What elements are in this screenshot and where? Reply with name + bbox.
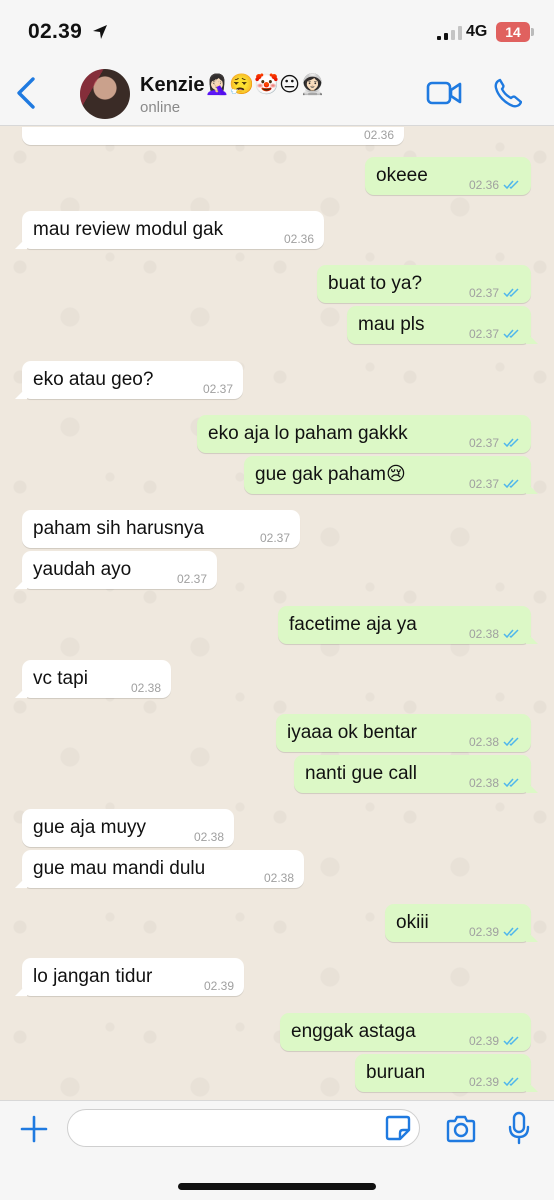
- read-ticks-icon: [503, 1036, 519, 1046]
- message-bubble-outgoing[interactable]: okeee 02.36: [365, 157, 531, 195]
- message-time: 02.37: [468, 477, 499, 491]
- message-time: 02.36: [363, 128, 394, 142]
- microphone-button[interactable]: [508, 1111, 530, 1145]
- back-button[interactable]: [14, 76, 40, 110]
- message-bubble-outgoing[interactable]: gue gak paham😢 02.37: [244, 456, 538, 494]
- message-time: 02.37: [468, 327, 499, 341]
- message-time: 02.39: [468, 925, 499, 939]
- location-arrow-icon: [93, 25, 107, 39]
- message-bubble-incoming[interactable]: mau review modul gak 02.36: [15, 211, 324, 249]
- message-bubble-outgoing[interactable]: eko aja lo paham gakkk 02.37: [197, 415, 531, 453]
- message-text: buat to ya?: [328, 273, 423, 294]
- message-list[interactable]: 02.36 okeee 02.36 mau review modul gak 0…: [0, 127, 554, 1100]
- message-time: 02.36: [468, 178, 499, 192]
- message-text: paham sih harusnya: [33, 518, 205, 539]
- status-bar: 02.39 4G 14: [0, 0, 554, 60]
- voice-call-button[interactable]: [494, 78, 522, 108]
- battery-tip: [531, 28, 534, 36]
- message-text: enggak astaga: [291, 1021, 416, 1042]
- message-bubble-outgoing[interactable]: okiii 02.39: [385, 904, 538, 942]
- read-ticks-icon: [503, 288, 519, 298]
- message-time: 02.37: [468, 286, 499, 300]
- status-time: 02.39: [28, 20, 83, 43]
- avatar[interactable]: [80, 69, 130, 119]
- message-time: 02.37: [468, 436, 499, 450]
- message-time: 02.39: [468, 1075, 499, 1089]
- message-bubble-outgoing[interactable]: iyaaa ok bentar 02.38: [276, 714, 531, 752]
- message-bubble-outgoing[interactable]: facetime aja ya 02.38: [278, 606, 538, 644]
- read-ticks-icon: [503, 329, 519, 339]
- message-time: 02.39: [468, 1034, 499, 1048]
- message-time: 02.38: [468, 627, 499, 641]
- contact-status: online: [140, 99, 181, 116]
- message-input-box[interactable]: [67, 1109, 420, 1147]
- message-text: gue mau mandi dulu: [33, 858, 206, 879]
- message-time: 02.38: [263, 871, 294, 885]
- home-indicator: [178, 1183, 376, 1190]
- message-bubble-incoming[interactable]: vc tapi 02.38: [15, 660, 171, 698]
- message-text: eko atau geo?: [33, 369, 154, 390]
- message-text: buruan: [366, 1062, 426, 1083]
- message-bubble-outgoing[interactable]: buat to ya? 02.37: [317, 265, 531, 303]
- message-text: mau pls: [358, 314, 425, 335]
- read-ticks-icon: [503, 438, 519, 448]
- video-call-button[interactable]: [426, 80, 462, 106]
- battery-indicator: 14: [496, 22, 530, 42]
- read-ticks-icon: [503, 479, 519, 489]
- message-bubble-incoming[interactable]: 02.36: [22, 127, 404, 145]
- message-time: 02.37: [176, 572, 207, 586]
- read-ticks-icon: [503, 927, 519, 937]
- message-bubble-incoming[interactable]: yaudah ayo 02.37: [15, 551, 217, 589]
- message-bubble-outgoing[interactable]: enggak astaga 02.39: [280, 1013, 531, 1051]
- composer-bar: [0, 1100, 554, 1200]
- read-ticks-icon: [503, 180, 519, 190]
- message-bubble-incoming[interactable]: paham sih harusnya 02.37: [22, 510, 300, 548]
- read-ticks-icon: [503, 1077, 519, 1087]
- message-text: eko aja lo paham gakkk: [208, 423, 408, 444]
- network-type: 4G: [466, 23, 488, 40]
- message-text: mau review modul gak: [33, 219, 224, 240]
- message-text: gue gak paham😢: [255, 464, 406, 485]
- read-ticks-icon: [503, 737, 519, 747]
- signal-bars-icon: [437, 26, 462, 40]
- message-text: yaudah ayo: [33, 559, 132, 580]
- message-bubble-incoming[interactable]: gue aja muyy 02.38: [22, 809, 234, 847]
- message-text: facetime aja ya: [289, 614, 417, 635]
- message-text: vc tapi: [33, 668, 88, 689]
- message-text: gue aja muyy: [33, 817, 147, 838]
- message-time: 02.38: [130, 681, 161, 695]
- message-bubble-incoming[interactable]: eko atau geo? 02.37: [15, 361, 243, 399]
- message-bubble-incoming[interactable]: lo jangan tidur 02.39: [15, 958, 244, 996]
- chat-header: Kenzie🤦🏻‍♀️😮‍💨🤡😐👩🏻‍🚀 online: [0, 60, 554, 126]
- message-text: okeee: [376, 165, 428, 186]
- message-bubble-outgoing[interactable]: mau pls 02.37: [347, 306, 538, 344]
- message-text: nanti gue call: [305, 763, 417, 784]
- message-text: lo jangan tidur: [33, 966, 153, 987]
- message-time: 02.38: [468, 776, 499, 790]
- read-ticks-icon: [503, 778, 519, 788]
- attach-button[interactable]: [20, 1115, 48, 1143]
- read-ticks-icon: [503, 629, 519, 639]
- message-bubble-outgoing[interactable]: buruan 02.39: [355, 1054, 538, 1092]
- message-text: iyaaa ok bentar: [287, 722, 417, 743]
- message-input[interactable]: [82, 1110, 382, 1146]
- message-text: okiii: [396, 912, 429, 933]
- message-time: 02.39: [203, 979, 234, 993]
- camera-button[interactable]: [445, 1115, 477, 1143]
- message-time: 02.38: [193, 830, 224, 844]
- contact-name[interactable]: Kenzie🤦🏻‍♀️😮‍💨🤡😐👩🏻‍🚀: [140, 72, 325, 97]
- message-bubble-outgoing[interactable]: nanti gue call 02.38: [294, 755, 538, 793]
- message-bubble-incoming[interactable]: gue mau mandi dulu 02.38: [15, 850, 304, 888]
- sticker-button[interactable]: [385, 1115, 411, 1141]
- message-time: 02.36: [283, 232, 314, 246]
- message-time: 02.37: [202, 382, 233, 396]
- message-time: 02.38: [468, 735, 499, 749]
- message-time: 02.37: [259, 531, 290, 545]
